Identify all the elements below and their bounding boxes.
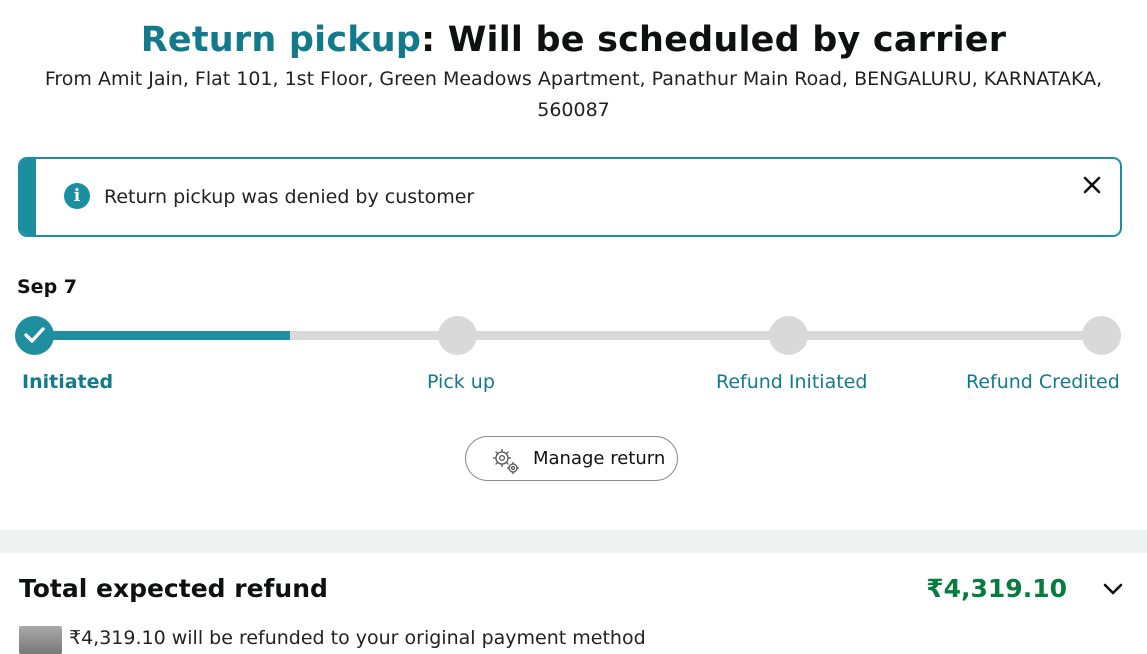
section-divider bbox=[0, 530, 1147, 553]
refund-title: Total expected refund bbox=[19, 574, 328, 603]
alert-message: Return pickup was denied by customer bbox=[104, 186, 475, 208]
title-accent: Return pickup bbox=[140, 20, 422, 60]
refund-note: ₹4,319.10 will be refunded to your origi… bbox=[69, 627, 646, 649]
manage-return-label: Manage return bbox=[533, 448, 666, 469]
checkmark-icon bbox=[24, 327, 45, 343]
gear-icon bbox=[493, 449, 519, 474]
pickup-address: From Amit Jain, Flat 101, 1st Floor, Gre… bbox=[44, 68, 1103, 121]
step-node-refund-credited bbox=[1082, 316, 1121, 355]
step-node-initiated bbox=[15, 316, 54, 355]
close-icon[interactable] bbox=[1078, 171, 1106, 199]
alert-banner: i Return pickup was denied by customer bbox=[18, 157, 1122, 237]
step-label-pickup: Pick up bbox=[427, 371, 495, 393]
refund-amount: ₹4,319.10 bbox=[926, 574, 1067, 603]
page-title: Return pickup: Will be scheduled by carr… bbox=[0, 18, 1147, 62]
progress-date: Sep 7 bbox=[17, 276, 78, 298]
info-icon: i bbox=[64, 183, 90, 209]
progress-fill bbox=[34, 331, 290, 340]
alert-accent-bar bbox=[20, 159, 36, 235]
step-label-initiated: Initiated bbox=[22, 371, 114, 393]
title-status: : Will be scheduled by carrier bbox=[421, 20, 1007, 60]
step-node-refund-initiated bbox=[769, 316, 808, 355]
manage-return-button[interactable]: Manage return bbox=[465, 436, 678, 481]
step-node-pickup bbox=[438, 316, 477, 355]
step-label-refund-credited: Refund Credited bbox=[966, 371, 1120, 393]
payment-card-icon bbox=[19, 626, 62, 654]
step-label-refund-initiated: Refund Initiated bbox=[716, 371, 868, 393]
chevron-down-icon[interactable] bbox=[1101, 581, 1125, 601]
